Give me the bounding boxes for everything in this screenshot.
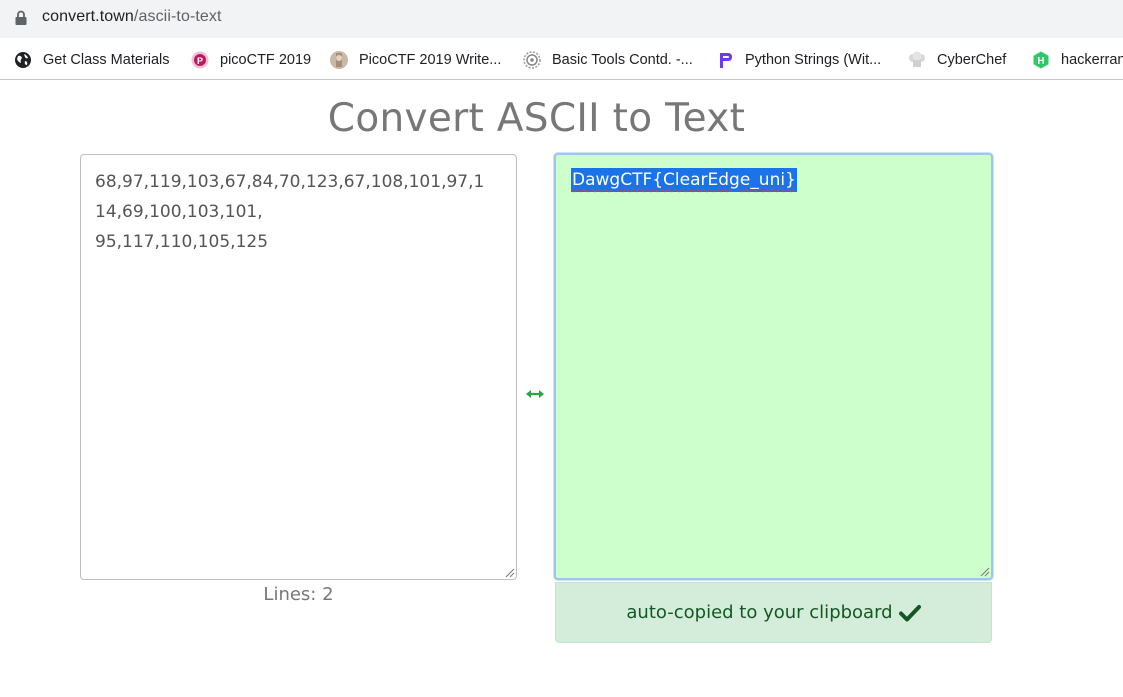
resize-handle-icon[interactable] (505, 568, 515, 578)
output-text: DawgCTF{ClearEdge_uni} (571, 168, 797, 192)
hackerrank-icon: H (1033, 51, 1049, 69)
input-line: 95,117,110,105,125 (95, 232, 269, 252)
svg-text:P: P (197, 56, 203, 66)
lines-count: Lines: 2 (263, 584, 334, 605)
bookmark-python-strings[interactable]: Python Strings (Wit... (716, 48, 881, 72)
bookmark-cyberchef[interactable]: CyberChef (908, 48, 1006, 72)
clipboard-notice-text: auto-copied to your clipboard (626, 602, 893, 623)
gear-icon (523, 51, 541, 69)
swap-arrows-icon[interactable] (524, 384, 546, 404)
url-host: convert.town (42, 8, 134, 25)
checkmark-icon (898, 604, 921, 621)
picoctf-icon: P (191, 51, 209, 69)
resize-handle-icon[interactable] (980, 567, 990, 577)
chef-hat-icon (909, 51, 925, 67)
bookmark-label: hackerrank (1061, 52, 1123, 68)
page-title: Convert ASCII to Text (327, 96, 746, 141)
bookmark-label: PicoCTF 2019 Write... (359, 52, 502, 68)
bookmark-label: Python Strings (Wit... (745, 52, 882, 68)
url-text[interactable]: convert.town/ascii-to-text (42, 8, 222, 26)
address-bar: convert.town/ascii-to-text (0, 0, 1123, 38)
bookmark-label: picoCTF 2019 (220, 52, 312, 68)
lock-icon[interactable] (14, 10, 28, 26)
bookmark-basic-tools[interactable]: Basic Tools Contd. -... (523, 48, 693, 72)
clipboard-notice: auto-copied to your clipboard (555, 582, 992, 643)
avatar-icon (330, 51, 348, 69)
bookmarks-bar: Get Class Materials P picoCTF 2019 PicoC… (0, 40, 1123, 80)
bookmark-label: Basic Tools Contd. -... (552, 52, 693, 68)
url-path: /ascii-to-text (133, 8, 222, 25)
svg-text:H: H (1037, 56, 1044, 67)
input-line: 14,69,100,103,101, (95, 202, 263, 222)
input-line: 68,97,119,103,67,84,70,123,67,108,101,97… (95, 172, 485, 192)
ascii-input-textarea[interactable]: 68,97,119,103,67,84,70,123,67,108,101,97… (80, 154, 517, 580)
python-strings-icon (720, 53, 732, 68)
bookmark-hackerrank[interactable]: H hackerrank (1032, 48, 1123, 72)
text-output-textarea[interactable]: DawgCTF{ClearEdge_uni} (554, 153, 993, 580)
bookmark-picoctf-2019[interactable]: P picoCTF 2019 (191, 48, 311, 72)
globe-icon (15, 52, 31, 68)
bookmark-label: Get Class Materials (43, 52, 170, 68)
bookmark-get-class-materials[interactable]: Get Class Materials (14, 48, 170, 72)
bookmark-label: CyberChef (937, 52, 1007, 68)
bookmark-picoctf-writeups[interactable]: PicoCTF 2019 Write... (330, 48, 501, 72)
